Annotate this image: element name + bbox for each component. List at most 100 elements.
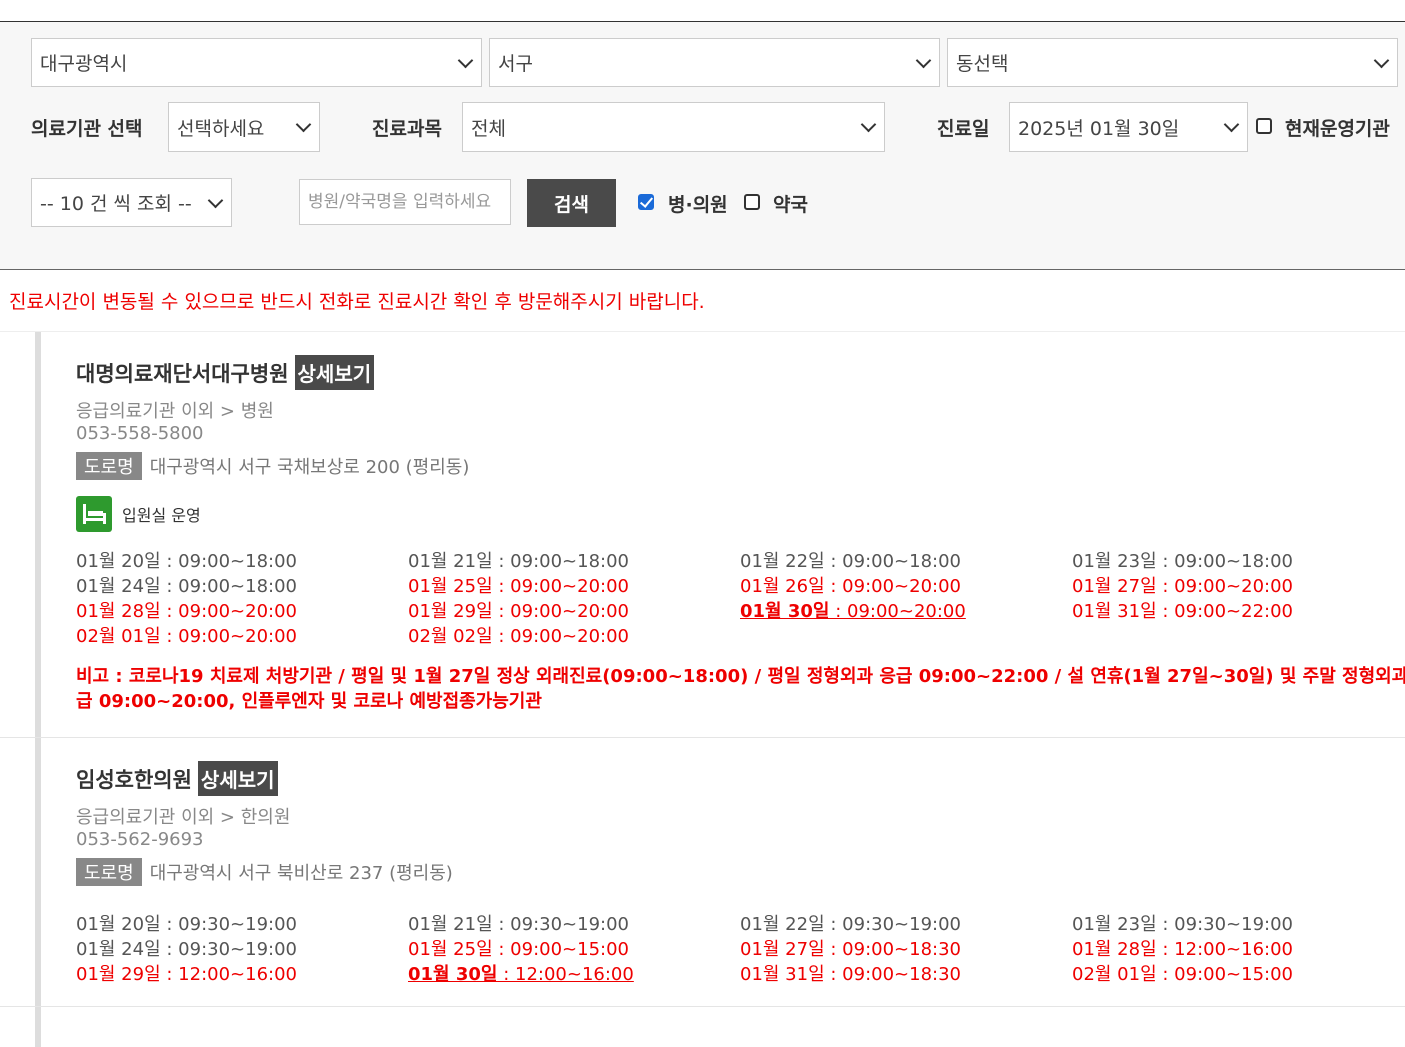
schedule-grid: 01월 20일 : 09:00~18:00 01월 21일 : 09:00~18:… (76, 547, 1405, 647)
hospital-category: 응급의료기관 이외 > 병원 (76, 401, 274, 422)
schedule-date: 01월 23일 (1072, 551, 1157, 572)
card-left-bar (35, 738, 41, 1006)
search-filter-panel: 대구광역시 서구 동선택 의료기관 선택 선택하세요 진료과목 전체 진료일 2… (0, 22, 1405, 270)
schedule-item: 01월 31일 : 09:00~22:00 (1072, 597, 1293, 623)
schedule-item: 01월 25일 : 09:00~15:00 (408, 935, 629, 961)
schedule-item: 01월 28일 : 09:00~20:00 (76, 597, 297, 623)
page-size-value: -- 10 건 씩 조회 -- (40, 193, 192, 215)
department-label: 진료과목 (372, 118, 442, 140)
department-select-value: 전체 (471, 117, 506, 140)
road-name-badge: 도로명 (76, 858, 142, 886)
institution-select[interactable]: 선택하세요 (168, 102, 320, 152)
remark-text: 비고 : 코로나19 치료제 처방기관 / 평일 및 1월 27일 정상 외래진… (76, 664, 1405, 714)
search-button[interactable]: 검색 (527, 179, 616, 227)
hospital-checkbox[interactable] (638, 194, 654, 210)
schedule-date: 01월 21일 (408, 914, 493, 935)
schedule-time: : 09:00~20:00 (829, 601, 966, 622)
schedule-time: : 09:00~15:00 (1156, 964, 1293, 985)
schedule-row: 01월 24일 : 09:00~18:00 01월 25일 : 09:00~20:… (76, 572, 1405, 597)
address-text: 대구광역시 서구 국채보상로 200 (평리동) (149, 457, 470, 478)
department-select[interactable]: 전체 (462, 102, 885, 152)
open-now-label: 현재운영기관 (1285, 118, 1390, 140)
schedule-item: 01월 20일 : 09:30~19:00 (76, 910, 297, 936)
road-name-badge: 도로명 (76, 452, 142, 480)
chevron-down-icon (295, 116, 312, 133)
city-select[interactable]: 대구광역시 (31, 38, 482, 87)
schedule-time: : 09:00~20:00 (160, 626, 297, 647)
schedule-row: 01월 20일 : 09:00~18:00 01월 21일 : 09:00~18:… (76, 547, 1405, 572)
schedule-date: 01월 31일 (740, 964, 825, 985)
schedule-time: : 09:30~19:00 (1156, 914, 1293, 935)
schedule-date: 01월 25일 (408, 576, 493, 597)
card-left-bar (35, 1007, 41, 1047)
chevron-down-icon (207, 192, 224, 208)
hospital-card: 대명의료재단서대구병원 상세보기 응급의료기관 이외 > 병원 053-558-5… (0, 332, 1405, 738)
schedule-date: 01월 28일 (1072, 939, 1157, 960)
detail-button[interactable]: 상세보기 (294, 355, 375, 390)
schedule-item: 01월 21일 : 09:00~18:00 (408, 547, 629, 573)
institution-select-value: 선택하세요 (177, 117, 265, 140)
schedule-time: : 12:00~16:00 (1156, 939, 1293, 960)
pharmacy-checkbox[interactable] (744, 194, 760, 210)
schedule-row: 01월 20일 : 09:30~19:00 01월 21일 : 09:30~19:… (76, 910, 1405, 935)
hospital-name[interactable]: 대명의료재단서대구병원 (76, 362, 289, 386)
hospital-card-partial (0, 1007, 1405, 1047)
district-select-value: 서구 (498, 53, 533, 75)
schedule-item: 01월 27일 : 09:00~20:00 (1072, 572, 1293, 598)
dong-select-value: 동선택 (956, 53, 1009, 75)
schedule-date: 01월 25일 (408, 939, 493, 960)
bed-icon (76, 496, 112, 532)
schedule-date: 02월 01일 (76, 626, 161, 647)
inpatient-feature: 입원실 운영 (76, 496, 201, 532)
schedule-time: : 09:00~20:00 (1156, 576, 1293, 597)
schedule-date: 01월 29일 (76, 964, 161, 985)
schedule-item: 01월 23일 : 09:30~19:00 (1072, 910, 1293, 936)
schedule-time: : 09:00~20:00 (492, 601, 629, 622)
schedule-item: 01월 25일 : 09:00~20:00 (408, 572, 629, 598)
schedule-item: 01월 30일 : 12:00~16:00 (408, 960, 634, 986)
schedule-item: 01월 20일 : 09:00~18:00 (76, 547, 297, 573)
schedule-item: 01월 28일 : 12:00~16:00 (1072, 935, 1293, 961)
schedule-time: : 09:30~19:00 (160, 939, 297, 960)
schedule-item: 02월 01일 : 09:00~15:00 (1072, 960, 1293, 986)
schedule-time: : 09:30~19:00 (492, 914, 629, 935)
dong-select[interactable]: 동선택 (947, 38, 1398, 87)
city-select-value: 대구광역시 (40, 53, 128, 75)
schedule-item: 01월 27일 : 09:00~18:30 (740, 935, 961, 961)
search-input[interactable] (299, 179, 511, 225)
chevron-down-icon (1223, 116, 1240, 133)
schedule-date: 01월 22일 (740, 914, 825, 935)
open-now-checkbox[interactable] (1256, 118, 1272, 134)
schedule-date: 02월 02일 (408, 626, 493, 647)
institution-label: 의료기관 선택 (31, 118, 143, 140)
schedule-item: 02월 01일 : 09:00~20:00 (76, 622, 297, 648)
date-label: 진료일 (937, 118, 990, 140)
schedule-time: : 09:00~18:00 (492, 551, 629, 572)
schedule-item: 02월 02일 : 09:00~20:00 (408, 622, 629, 648)
hospital-checkbox-label: 병·의원 (668, 194, 728, 216)
hospital-name[interactable]: 임성호한의원 (76, 768, 192, 792)
hospital-card: 임성호한의원 상세보기 응급의료기관 이외 > 한의원 053-562-9693 … (0, 738, 1405, 1007)
schedule-time: : 09:00~18:00 (1156, 551, 1293, 572)
card-left-bar (35, 332, 41, 737)
detail-button[interactable]: 상세보기 (197, 761, 278, 796)
schedule-date: 01월 30일 (408, 964, 498, 985)
remark-line: 급 09:00~20:00, 인플루엔자 및 코로나 예방접종가능기관 (76, 691, 542, 712)
schedule-date: 01월 30일 (740, 601, 830, 622)
hospital-category: 응급의료기관 이외 > 한의원 (76, 807, 291, 828)
schedule-item: 01월 23일 : 09:00~18:00 (1072, 547, 1293, 573)
schedule-row: 01월 28일 : 09:00~20:00 01월 29일 : 09:00~20:… (76, 597, 1405, 622)
address-text: 대구광역시 서구 북비산로 237 (평리동) (149, 863, 453, 884)
schedule-item: 01월 30일 : 09:00~20:00 (740, 597, 966, 623)
schedule-item: 01월 22일 : 09:30~19:00 (740, 910, 961, 936)
schedule-item: 01월 21일 : 09:30~19:00 (408, 910, 629, 936)
schedule-time: : 09:00~18:00 (160, 551, 297, 572)
page-size-select[interactable]: -- 10 건 씩 조회 -- (31, 178, 232, 227)
schedule-item: 01월 29일 : 12:00~16:00 (76, 960, 297, 986)
schedule-item: 01월 29일 : 09:00~20:00 (408, 597, 629, 623)
feature-label: 입원실 운영 (122, 506, 201, 525)
date-select[interactable]: 2025년 01월 30일 (1009, 102, 1248, 152)
schedule-date: 01월 22일 (740, 551, 825, 572)
schedule-date: 01월 28일 (76, 601, 161, 622)
district-select[interactable]: 서구 (489, 38, 940, 87)
